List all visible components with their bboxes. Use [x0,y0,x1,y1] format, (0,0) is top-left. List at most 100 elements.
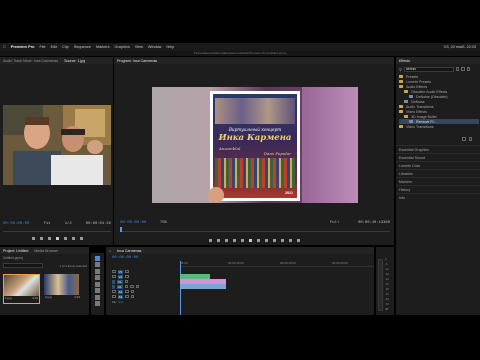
overwrite-icon[interactable] [79,236,83,240]
source-viewer[interactable] [3,105,111,185]
section-lumetri-color[interactable]: Lumetri Color [396,161,480,169]
play-icon[interactable] [55,236,59,240]
delete-icon[interactable] [468,137,472,141]
app-name-menu[interactable]: Premiere Pro [11,45,35,49]
track-a1-label[interactable]: A1 [116,284,123,289]
program-timecode-current[interactable]: 00:00:00:00 [120,221,146,225]
solo-icon[interactable] [130,289,135,294]
track-select-tool-icon[interactable] [95,262,100,267]
ripple-edit-tool-icon[interactable] [95,268,100,274]
step-forward-icon[interactable] [63,236,67,240]
track-a2-label[interactable]: A2 [117,289,124,294]
source-fit-select[interactable]: Fit [44,222,51,226]
timeline-sequence-tab[interactable]: Inca Carmenas [117,249,141,253]
new-bin-icon[interactable] [462,137,466,141]
program-quality-select[interactable]: Full [330,221,339,225]
source-timecode-current[interactable]: 00:00:00:00 [3,222,29,226]
menu-markers[interactable]: Markers [96,45,110,49]
track-mix-value[interactable]: 0.0 [119,300,123,304]
program-playhead[interactable] [120,227,122,232]
eye-icon[interactable] [125,274,129,279]
section-libraries[interactable]: Libraries [396,169,480,177]
source-patch-a1[interactable] [112,284,115,289]
section-essential-sound[interactable]: Essential Sound [396,153,480,161]
track-v3-label[interactable]: V3 [117,269,124,274]
program-go-out-icon[interactable] [264,238,268,242]
mark-out-icon[interactable] [39,236,43,240]
track-a3-label[interactable]: A3 [117,294,124,299]
project-item-1[interactable]: 1.jpg 4:29 [3,274,40,304]
accelerated-icon[interactable] [455,67,460,71]
selection-tool-icon[interactable] [95,255,100,261]
section-essential-graphics[interactable]: Essential Graphics [396,145,480,153]
menu-file[interactable]: File [40,45,46,49]
mic-icon[interactable] [135,284,140,289]
lock-icon[interactable] [112,269,116,274]
solo-icon[interactable] [130,294,135,299]
project-search-input[interactable] [3,263,43,268]
tab-audio-mixer[interactable]: Audio Track Mixer: Inca Carmenas [3,59,58,63]
lock-icon[interactable] [112,274,116,279]
type-tool-icon[interactable] [95,301,100,306]
mark-in-icon[interactable] [31,236,35,240]
program-go-in-icon[interactable] [232,238,236,242]
insert-icon[interactable] [71,236,75,240]
section-info[interactable]: Info [396,193,480,201]
hand-tool-icon[interactable] [95,294,100,300]
slip-tool-icon[interactable] [95,281,100,287]
menu-graphics[interactable]: Graphics [115,45,130,49]
timeline-close-icon[interactable]: × [109,249,111,253]
32bit-icon[interactable] [461,67,465,71]
menu-view[interactable]: View [135,45,143,49]
program-step-back-icon[interactable] [240,238,244,242]
lock-icon[interactable] [112,294,116,299]
tab-source[interactable]: Source: 1.jpg [64,59,85,63]
program-panel-title[interactable]: Program: Inca Carmenas [117,59,157,63]
program-compare-icon[interactable] [296,238,300,242]
pen-tool-icon[interactable] [95,288,100,293]
program-scrubber[interactable] [120,227,390,232]
program-mark-out-icon[interactable] [224,238,228,242]
tab-media-browser[interactable]: Media Browser [34,249,58,253]
menu-sequence[interactable]: Sequence [74,45,91,49]
tab-project[interactable]: Project: Untitled [3,249,28,253]
program-export-frame-icon[interactable] [288,238,292,242]
program-mark-in-icon[interactable] [216,238,220,242]
section-history[interactable]: History [396,185,480,193]
program-play-icon[interactable] [248,238,252,242]
eye-icon[interactable] [125,269,129,274]
track-v1-label[interactable]: V1 [116,279,123,284]
yuv-icon[interactable] [466,67,471,71]
project-item-2[interactable]: 2.jpg 4:29 [44,274,81,304]
program-extract-icon[interactable] [280,238,284,242]
menu-edit[interactable]: Edit [51,45,58,49]
program-lift-icon[interactable] [272,238,276,242]
mute-icon[interactable] [125,294,129,299]
mute-icon[interactable] [124,284,129,289]
razor-tool-icon[interactable] [95,275,100,280]
audio-clip-a1[interactable] [180,284,226,289]
eye-icon[interactable] [124,279,129,284]
source-quality-select[interactable]: 1/2 [65,222,72,226]
step-back-icon[interactable] [47,236,51,240]
lock-icon[interactable] [112,289,116,294]
effects-search-input[interactable] [403,66,454,72]
menu-help[interactable]: Help [166,45,174,49]
track-v2-label[interactable]: V2 [117,274,124,279]
apple-icon[interactable]:  [3,45,6,49]
tree-item-video-transitions[interactable]: Video Transitions [399,124,479,129]
program-marker-icon[interactable] [208,238,212,242]
menu-window[interactable]: Window [148,45,162,49]
program-viewer[interactable]: Виртуальный концерт Инка Кармена Ansambl… [152,87,358,203]
source-scrubber[interactable] [3,229,111,232]
mute-icon[interactable] [125,289,129,294]
solo-icon[interactable] [130,284,134,289]
program-step-forward-icon[interactable] [256,238,260,242]
menu-clip[interactable]: Clip [62,45,69,49]
program-zoom-select[interactable]: 75% [160,221,167,225]
timeline-timecode[interactable]: 00:00:00:00 [112,256,138,260]
effects-panel-title[interactable]: Effects [399,59,410,63]
timeline-ruler[interactable]: 00:00 00:00:15:00 00:00:30:00 00:00:45:0… [180,261,374,267]
section-markers[interactable]: Markers [396,177,480,185]
source-patch-v1[interactable] [112,279,115,284]
